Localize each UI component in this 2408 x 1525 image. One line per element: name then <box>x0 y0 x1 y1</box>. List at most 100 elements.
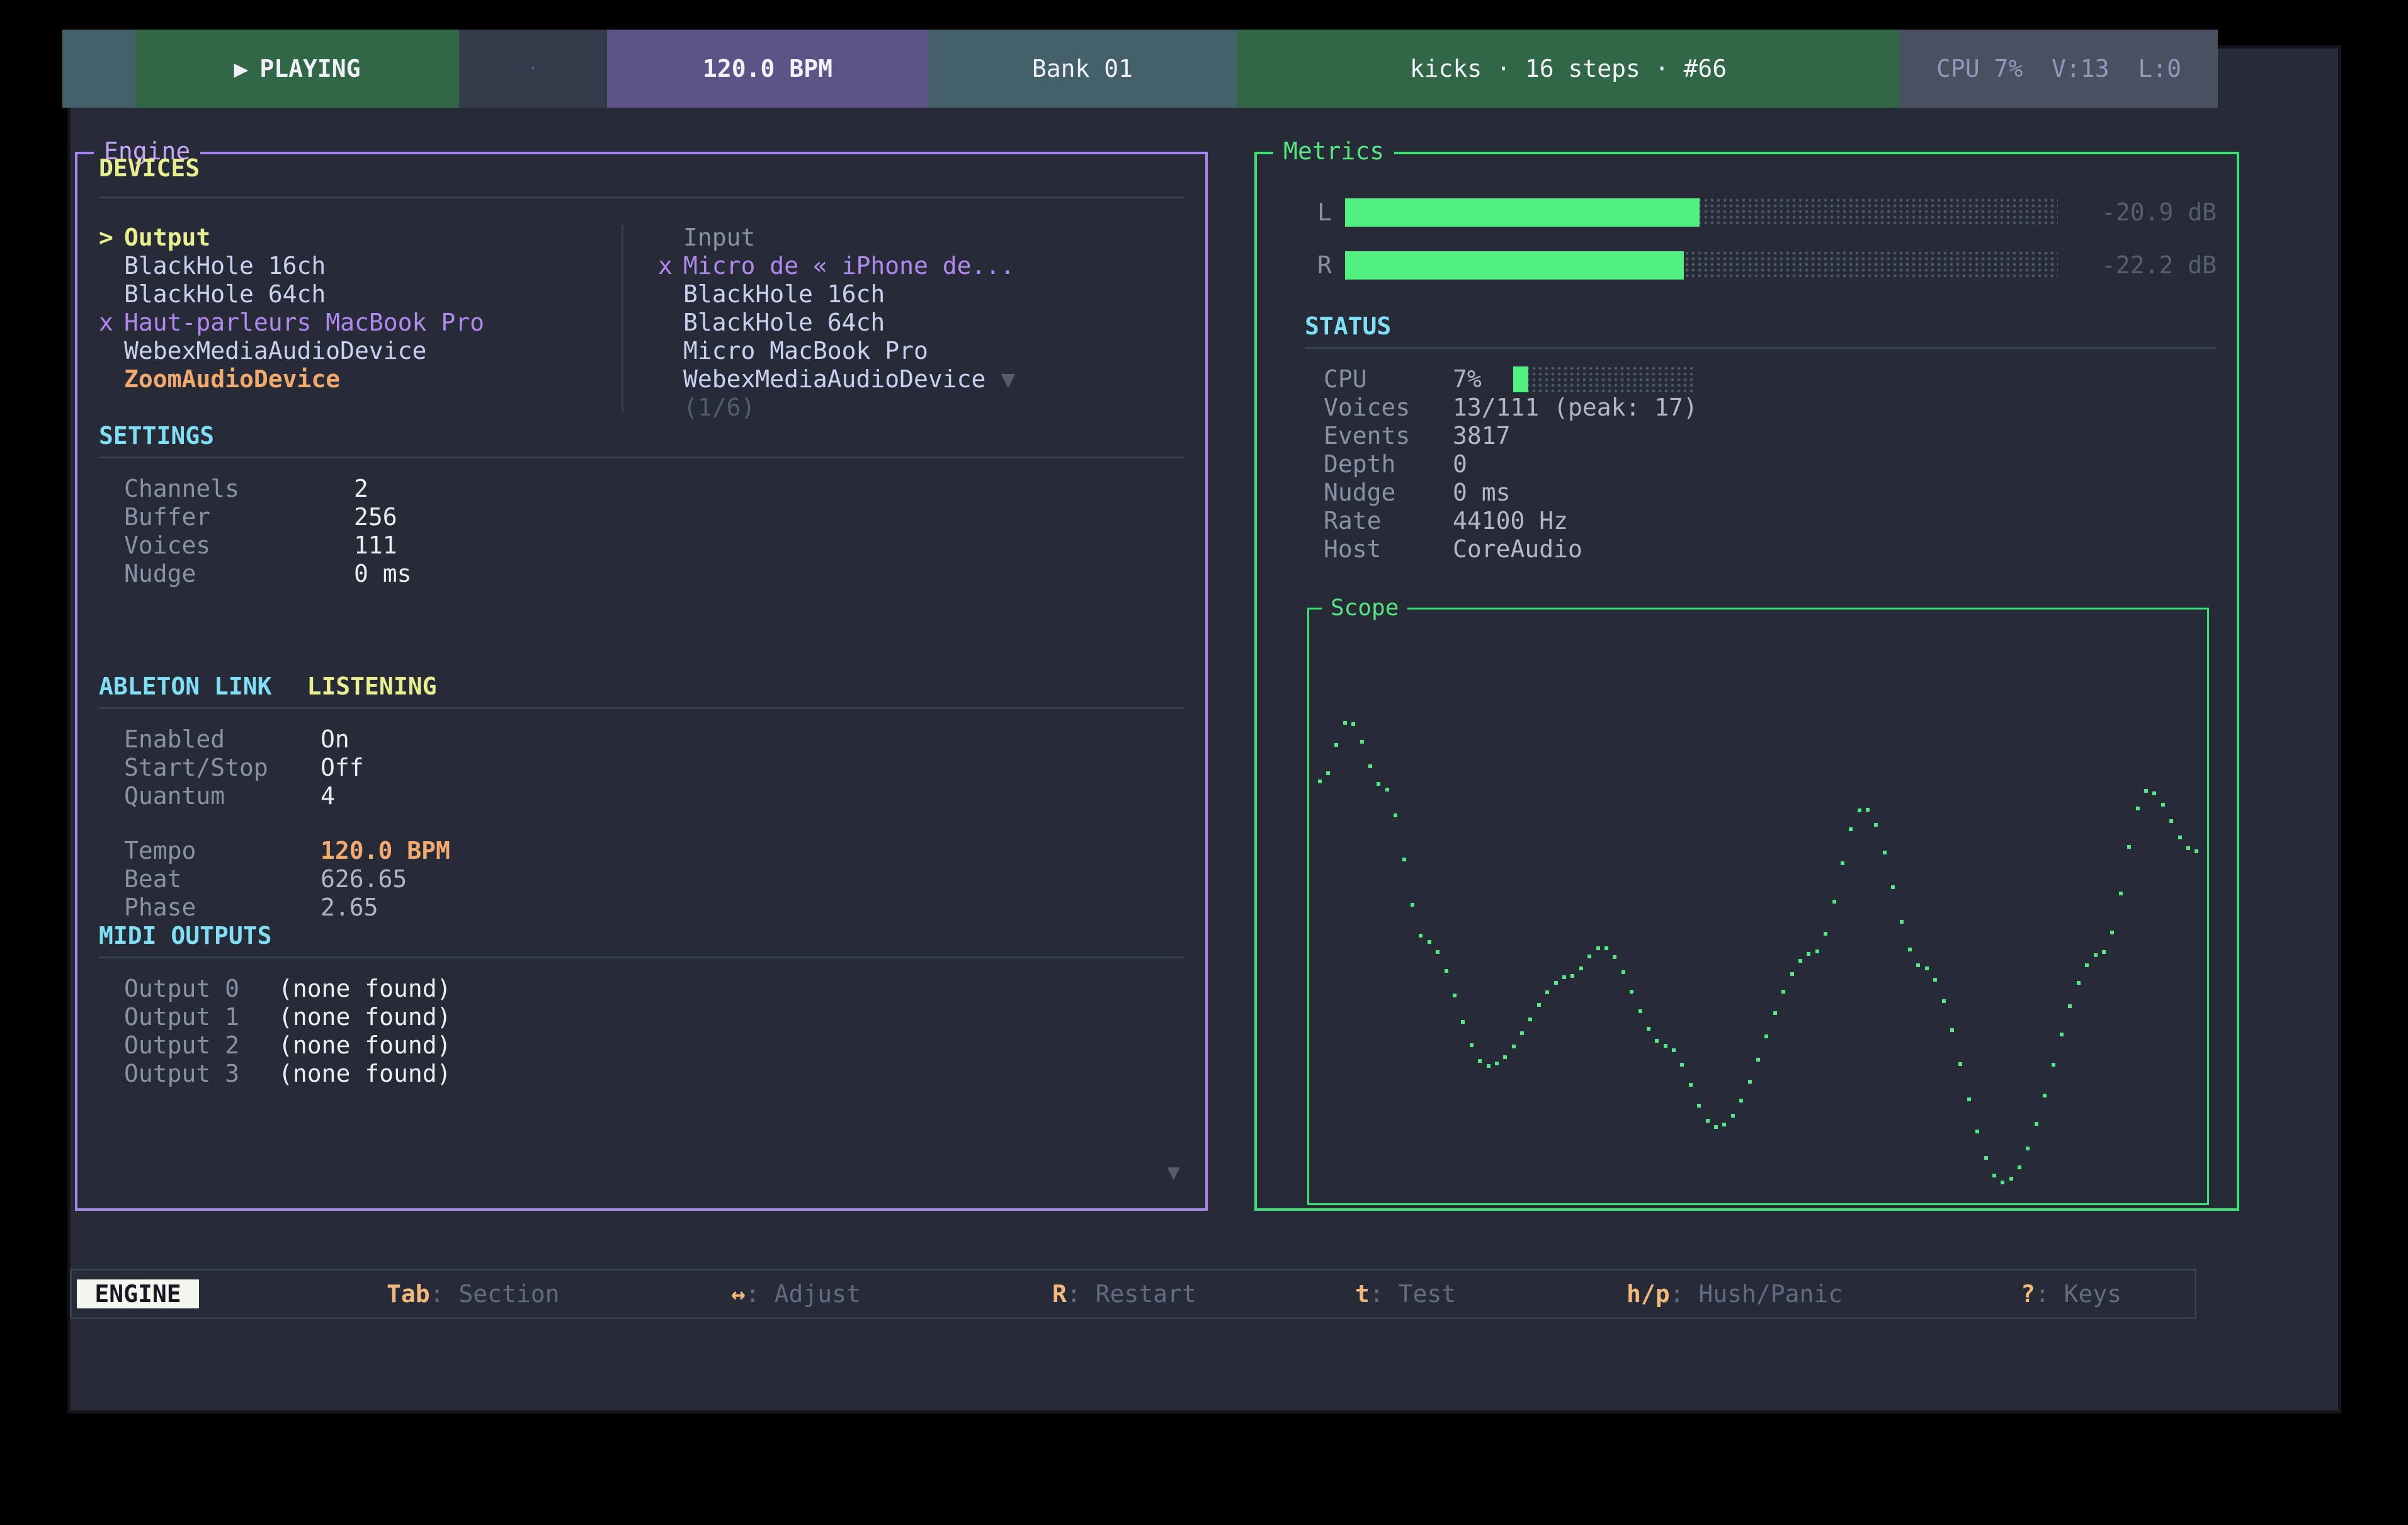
scope-sample-dot <box>1520 1031 1524 1035</box>
device-item[interactable]: WebexMediaAudioDevice▼ <box>658 365 1184 394</box>
scope-sample-dot <box>2136 807 2140 810</box>
scope-sample-dot <box>1858 808 1861 812</box>
field-value: 4 <box>321 782 335 810</box>
device-item-label: (1/6) <box>683 394 755 422</box>
meter-right-fill <box>1345 251 1684 280</box>
device-item[interactable]: WebexMediaAudioDevice <box>99 337 622 365</box>
scope-sample-dot <box>1900 920 1904 924</box>
key-hint-keys[interactable]: ?: Keys <box>2021 1271 2121 1317</box>
field-value: (none found) <box>278 1031 451 1060</box>
devices-grid: >OutputBlackHole 16chBlackHole 64chxHaut… <box>99 224 1184 422</box>
field-row: Channels2 <box>99 475 1184 503</box>
scope-sample-dot <box>2127 845 2131 849</box>
scope-sample-dot <box>1360 740 1364 744</box>
metrics-panel-body: L -20.9 dB R -22.2 dB STATUS CPU7%Voices… <box>1257 154 2237 1208</box>
device-item[interactable]: xHaut-parleurs MacBook Pro <box>99 309 622 337</box>
field-value: CoreAudio <box>1453 535 1582 564</box>
device-item-marker <box>99 365 124 394</box>
hint-description: Keys <box>2064 1280 2122 1308</box>
device-item[interactable]: BlackHole 64ch <box>99 280 622 309</box>
pattern-display: kicks · 16 steps · #66 <box>1237 30 1900 108</box>
scope-sample-dot <box>1849 827 1853 831</box>
meter-left: L -20.9 dB <box>1257 198 2237 227</box>
field-row: Start/StopOff <box>99 754 1184 782</box>
device-item-label: BlackHole 64ch <box>683 309 885 337</box>
device-item-label: Micro de « iPhone de... <box>683 252 1014 280</box>
field-value: 111 <box>354 531 397 560</box>
field-row: Output 2(none found) <box>99 1031 1184 1060</box>
device-header-marker: > <box>99 224 124 252</box>
transport-label: PLAYING <box>259 55 360 83</box>
device-item[interactable]: BlackHole 16ch <box>658 280 1184 309</box>
scope-sample-dot <box>1815 950 1819 953</box>
scope-sample-dot <box>1604 946 1608 950</box>
scope-sample-dot <box>2186 846 2190 850</box>
link-rows: EnabledOnStart/StopOffQuantum4 <box>99 725 1184 810</box>
scope-sample-dot <box>1748 1080 1752 1084</box>
scope-sample-dot <box>1579 967 1583 970</box>
scope-sample-dot <box>2195 849 2198 853</box>
scope-sample-dot <box>1495 1062 1499 1065</box>
device-item[interactable]: xMicro de « iPhone de... <box>658 252 1184 280</box>
device-item-marker <box>99 337 124 365</box>
device-item-marker <box>658 280 683 309</box>
device-item-marker <box>99 252 124 280</box>
topbar-left-pad <box>62 30 135 108</box>
scope-sample-dot <box>1351 722 1355 726</box>
field-label: Output 2 <box>124 1031 278 1060</box>
field-label: Nudge <box>1324 479 1453 507</box>
scope-sample-dot <box>2152 791 2156 795</box>
field-value: 0 ms <box>354 560 412 588</box>
status-rows: CPU7%Voices13/111 (peak: 17)Events3817De… <box>1305 365 2217 564</box>
dropdown-arrow-icon[interactable]: ▼ <box>1001 365 1015 394</box>
key-hint-test[interactable]: t: Test <box>1355 1271 1456 1317</box>
field-row: Events3817 <box>1305 422 2217 450</box>
device-item[interactable]: ZoomAudioDevice <box>99 365 622 394</box>
hint-separator: : <box>1670 1280 1699 1308</box>
scope-sample-dot <box>1419 934 1423 938</box>
hint-key: R <box>1052 1280 1067 1308</box>
device-item[interactable]: BlackHole 64ch <box>658 309 1184 337</box>
scope-sample-dot <box>1453 994 1457 997</box>
scope-sample-dot <box>1647 1027 1650 1031</box>
field-label: Depth <box>1324 450 1453 479</box>
key-hint-restart[interactable]: R: Restart <box>1052 1271 1196 1317</box>
scope-sample-dot <box>1942 999 1946 1003</box>
scope-sample-dot <box>1764 1035 1768 1038</box>
engine-panel: Engine DEVICES >OutputBlackHole 16chBlac… <box>75 152 1208 1211</box>
field-label: Host <box>1324 535 1453 564</box>
field-value: (none found) <box>278 975 451 1003</box>
scope-sample-dot <box>2068 1004 2072 1008</box>
device-item[interactable]: Micro MacBook Pro <box>658 337 1184 365</box>
ableton-link-header-row: ABLETON LINK LISTENING <box>99 672 1184 701</box>
scope-sample-dot <box>1739 1099 1743 1103</box>
device-column-title: Output <box>124 224 210 252</box>
hint-separator: : <box>1067 1280 1096 1308</box>
scope-sample-dot <box>1925 967 1929 970</box>
field-row: Output 0(none found) <box>99 975 1184 1003</box>
device-item-marker <box>658 337 683 365</box>
device-column-header: >Output <box>99 224 622 252</box>
device-item[interactable]: (1/6) <box>658 394 1184 422</box>
field-label: Rate <box>1324 507 1453 535</box>
field-row: Voices13/111 (peak: 17) <box>1305 394 2217 422</box>
scope-sample-dot <box>1512 1045 1516 1048</box>
devices-column-divider <box>622 225 623 411</box>
field-row: HostCoreAudio <box>1305 535 2217 564</box>
cpu-gauge <box>1513 366 1695 392</box>
scroll-down-icon[interactable]: ▼ <box>1167 1159 1180 1187</box>
scope-sample-dot <box>1714 1125 1718 1129</box>
key-hint-section[interactable]: Tab: Section <box>387 1271 560 1317</box>
key-hint-adjust[interactable]: ↔: Adjust <box>731 1271 861 1317</box>
field-value: 626.65 <box>321 865 407 893</box>
metrics-panel: Metrics L -20.9 dB R -22.2 dB STATUS CPU… <box>1254 152 2239 1211</box>
device-item[interactable]: BlackHole 16ch <box>99 252 622 280</box>
field-row: Quantum4 <box>99 782 1184 810</box>
play-icon: ▶ <box>234 55 248 83</box>
settings-rows: Channels2Buffer256Voices111Nudge0 ms <box>99 475 1184 588</box>
scope-sample-dot <box>1487 1064 1491 1068</box>
device-item-label: WebexMediaAudioDevice <box>124 337 426 365</box>
device-item-label: Micro MacBook Pro <box>683 337 928 365</box>
key-hint-hush-panic[interactable]: h/p: Hush/Panic <box>1627 1271 1843 1317</box>
device-column-title: Input <box>683 224 755 252</box>
